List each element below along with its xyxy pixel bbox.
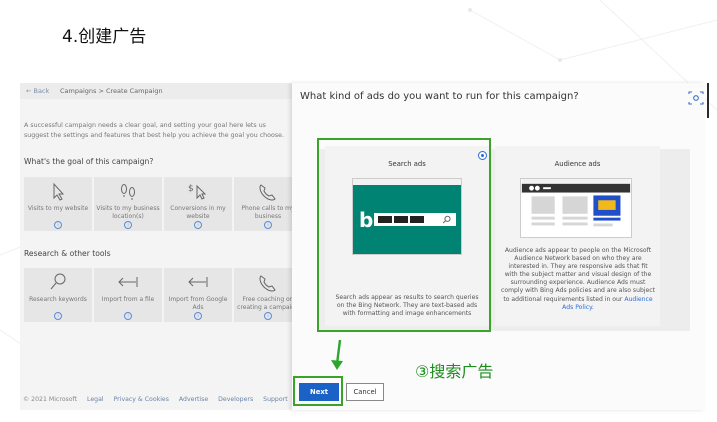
back-link-label: Back (33, 87, 50, 95)
annotation-arrow (331, 339, 343, 370)
intro-text: A successful campaign needs a clear goal… (24, 122, 285, 139)
tool-label: Import from Google Ads (168, 296, 228, 311)
info-icon[interactable]: i (264, 312, 272, 320)
next-button[interactable]: Next (299, 383, 339, 401)
footer-link-advertise[interactable]: Advertise (179, 396, 208, 403)
phone-icon (259, 184, 276, 201)
cursor-icon (53, 182, 65, 201)
breadcrumb-path: Campaigns > Create Campaign (60, 87, 163, 95)
audience-ads-description: Audience ads appear to people on the Mic… (501, 247, 656, 311)
audience-ads-title: Audience ads (554, 160, 601, 168)
tool-card-research-keywords[interactable]: Research keywords i (24, 268, 92, 322)
tool-label: Import from a file (101, 296, 155, 303)
goal-card-phone-calls[interactable]: Phone calls to my business i (234, 177, 292, 231)
goal-label: Visits to my website (27, 205, 89, 212)
footer-link-developers[interactable]: Developers (218, 396, 253, 403)
footsteps-icon (121, 184, 135, 200)
ad-type-panel: What kind of ads do you want to run for … (292, 83, 705, 410)
breadcrumb: ← Back Campaigns > Create Campaign (20, 83, 292, 99)
goal-heading: What's the goal of this campaign? (24, 157, 154, 166)
page-footer: © 2021 Microsoft Legal Privacy & Cookies… (23, 396, 292, 403)
slide-title: 4.创建广告 (62, 27, 147, 47)
tool-card-import-google-ads[interactable]: Import from Google Ads i (164, 268, 232, 322)
ad-type-question: What kind of ads do you want to run for … (300, 91, 579, 102)
goal-card-conversions[interactable]: $ Conversions in my website i (164, 177, 232, 231)
goal-label: Visits to my business location(s) (96, 205, 160, 220)
info-icon[interactable]: i (54, 221, 62, 229)
goal-card-website-visits[interactable]: Visits to my website i (24, 177, 92, 231)
search-ads-highlight (317, 138, 491, 332)
phone-icon (259, 275, 276, 292)
info-icon[interactable]: i (194, 312, 202, 320)
magnifier-icon (50, 273, 66, 290)
campaign-goal-page: ← Back Campaigns > Create Campaign A suc… (20, 83, 292, 410)
footer-link-privacy[interactable]: Privacy & Cookies (114, 396, 169, 403)
info-icon[interactable]: i (194, 221, 202, 229)
tools-heading: Research & other tools (24, 249, 111, 258)
goal-card-location-visits[interactable]: Visits to my business location(s) i (94, 177, 162, 231)
audience-ads-option[interactable]: Audience ads Audience ads appear to peop… (495, 146, 660, 326)
import-arrow-icon (118, 277, 138, 287)
info-icon[interactable]: i (54, 312, 62, 320)
tool-label: Free coaching on creating a campaign (237, 296, 292, 311)
footer-link-legal[interactable]: Legal (87, 396, 104, 403)
annotation-label: ③搜索广告 (415, 362, 494, 381)
copyright: © 2021 Microsoft (23, 396, 78, 403)
info-icon[interactable]: i (264, 221, 272, 229)
back-link[interactable]: ← Back (26, 87, 49, 95)
svg-text:$: $ (188, 184, 194, 194)
tool-label: Research keywords (29, 296, 87, 303)
info-icon[interactable]: i (124, 312, 132, 320)
tool-card-import-file[interactable]: Import from a file i (94, 268, 162, 322)
info-icon[interactable]: i (124, 221, 132, 229)
footer-link-support[interactable]: Support (263, 396, 287, 403)
goal-label: Conversions in my website (170, 205, 226, 220)
scrollbar[interactable] (707, 83, 709, 118)
tool-card-free-coaching[interactable]: Free coaching on creating a campaign i (234, 268, 292, 322)
cancel-button[interactable]: Cancel (346, 383, 384, 401)
import-arrow-icon (188, 277, 208, 287)
dollar-cursor-icon: $ (188, 184, 207, 200)
audience-ads-illustration (520, 178, 632, 238)
goal-label: Phone calls to my business (241, 205, 292, 220)
screenshot-scan-icon[interactable] (685, 88, 707, 108)
